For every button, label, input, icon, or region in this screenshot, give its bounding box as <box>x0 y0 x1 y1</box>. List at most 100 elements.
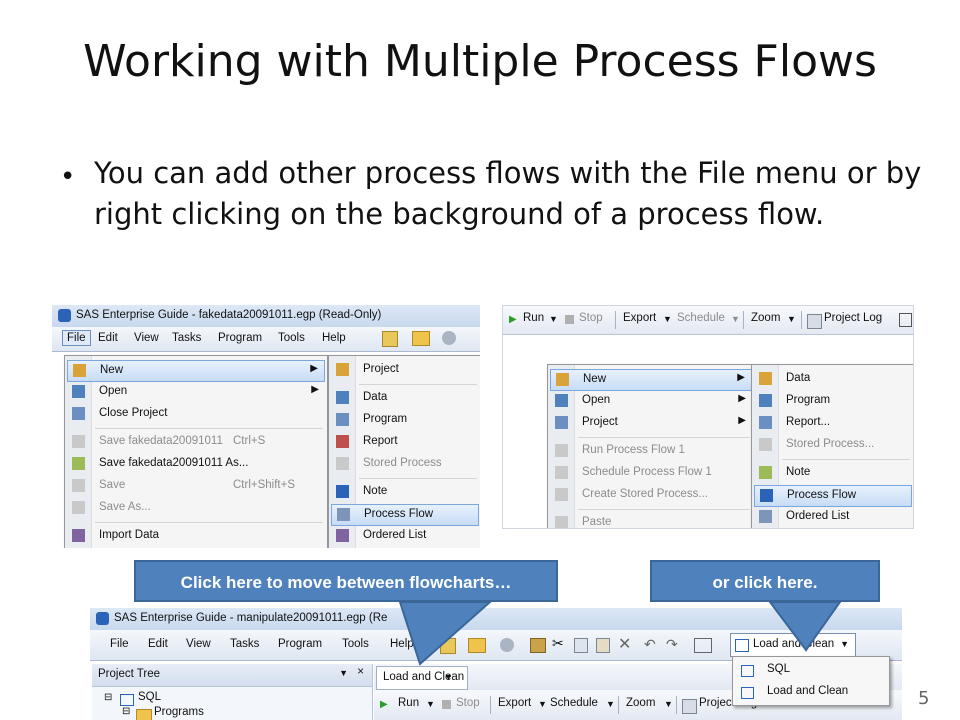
schedule-button[interactable]: Schedule <box>677 312 725 324</box>
menu-item-icon <box>556 373 569 386</box>
menu-item-report[interactable]: Report... <box>754 413 912 433</box>
close-icon[interactable]: × <box>357 666 364 678</box>
menu-item-data[interactable]: Data <box>331 388 479 408</box>
chevron-down-icon[interactable]: ▼ <box>444 672 453 682</box>
menu-item-report[interactable]: Report <box>331 432 479 452</box>
open-folder-icon[interactable] <box>468 638 486 653</box>
menu-item-stored-process[interactable]: Stored Process... <box>754 435 912 455</box>
tree-item-sql[interactable]: SQL <box>138 691 161 703</box>
menu-item-open[interactable]: Open ▶ <box>550 391 752 411</box>
menu-item-shortcut: Ctrl+S <box>233 435 266 447</box>
collapse-icon[interactable]: ⊟ <box>104 692 112 703</box>
menu-program[interactable]: Program <box>218 332 262 344</box>
submenu-arrow-icon: ▶ <box>738 393 746 404</box>
menu-item-schedule-process-flow-1[interactable]: Schedule Process Flow 1 <box>550 463 752 483</box>
undo-icon[interactable]: ↶ <box>644 636 656 653</box>
menu-item-note[interactable]: Note <box>331 482 479 502</box>
menu-tools[interactable]: Tools <box>278 332 305 344</box>
menu-file[interactable]: File <box>62 330 91 346</box>
flow-dropdown[interactable]: Load and Clean ▼ <box>730 633 856 657</box>
menu-item-label: Close Project <box>99 407 168 419</box>
menu-item-process-flow[interactable]: Process Flow <box>331 504 479 526</box>
menu-item-icon <box>336 457 349 470</box>
schedule-button[interactable]: Schedule <box>550 697 598 709</box>
chevron-down-icon[interactable]: ▼ <box>339 668 348 678</box>
redo-icon[interactable]: ↷ <box>666 636 678 653</box>
sas-app-icon <box>58 309 71 322</box>
menu-item-project[interactable]: Project <box>331 360 479 380</box>
flow-dropdown-list: SQL Load and Clean <box>732 656 890 706</box>
menu-item-new[interactable]: New ▶ <box>550 369 752 391</box>
menu-item-open[interactable]: Open ▶ <box>67 382 325 402</box>
menu-item-icon <box>759 438 772 451</box>
menu-item-create-stored-process[interactable]: Create Stored Process... <box>550 485 752 505</box>
menu-item-ordered-list[interactable]: Ordered List <box>331 526 479 546</box>
menu-edit[interactable]: Edit <box>148 638 168 650</box>
checkbox-icon[interactable] <box>899 313 912 327</box>
menu-tasks[interactable]: Tasks <box>230 638 259 650</box>
gear-icon[interactable] <box>500 638 514 652</box>
zoom-button[interactable]: Zoom <box>751 312 780 324</box>
menu-item-icon <box>72 529 85 542</box>
menu-item-label: Open <box>99 385 128 397</box>
menu-file[interactable]: File <box>110 638 129 650</box>
run-button[interactable]: Run <box>523 312 544 324</box>
menu-item-import-data[interactable]: Import Data <box>67 526 325 546</box>
export-button[interactable]: Export <box>623 312 656 324</box>
menu-item-ordered-list[interactable]: Ordered List <box>754 507 912 527</box>
menu-item-note[interactable]: Note <box>754 463 912 483</box>
menu-view[interactable]: View <box>186 638 211 650</box>
stop-icon <box>565 315 574 324</box>
gear-icon[interactable] <box>442 331 456 345</box>
menu-program[interactable]: Program <box>278 638 322 650</box>
collapse-icon[interactable]: ⊟ <box>122 706 130 717</box>
menu-item-save-as[interactable]: Save As... <box>67 498 325 518</box>
menu-item-project[interactable]: Project ▶ <box>550 413 752 433</box>
dropdown-item-load-and-clean[interactable]: Load and Clean <box>735 682 885 702</box>
chevron-down-icon: ▼ <box>426 699 435 709</box>
menu-item-program[interactable]: Program <box>754 391 912 411</box>
menu-item-save-fakedata20091011-as[interactable]: Save fakedata20091011 As... <box>67 454 325 474</box>
menu-item-run-process-flow-1[interactable]: Run Process Flow 1 <box>550 441 752 461</box>
callout-move-between-flowcharts: Click here to move between flowcharts… <box>134 560 558 602</box>
menu-item-icon <box>336 485 349 498</box>
export-button[interactable]: Export <box>498 697 531 709</box>
menu-tools[interactable]: Tools <box>342 638 369 650</box>
chevron-down-icon: ▼ <box>664 699 673 709</box>
menu-view[interactable]: View <box>134 332 159 344</box>
dropdown-item-sql[interactable]: SQL <box>735 660 885 680</box>
print-icon[interactable] <box>530 638 546 653</box>
new-item-icon[interactable] <box>382 331 398 347</box>
delete-icon[interactable]: ✕ <box>618 634 631 654</box>
stop-button[interactable]: Stop <box>456 697 480 709</box>
menu-item-program[interactable]: Program <box>331 410 479 430</box>
menu-edit[interactable]: Edit <box>98 332 118 344</box>
menu-item-process-flow[interactable]: Process Flow <box>754 485 912 507</box>
menu-item-close-project[interactable]: Close Project <box>67 404 325 424</box>
stop-button[interactable]: Stop <box>579 312 603 324</box>
menu-item-save-fakedata20091011[interactable]: Save fakedata20091011 Ctrl+S <box>67 432 325 452</box>
tab-load-and-clean[interactable]: Load and Clean <box>376 666 468 690</box>
menu-help[interactable]: Help <box>390 638 414 650</box>
run-button[interactable]: Run <box>398 697 419 709</box>
project-tree-panel: Project Tree ▼ × ⊟ SQL ⊟ Programs <box>92 664 373 720</box>
process-flow-icon <box>735 639 749 652</box>
menu-help[interactable]: Help <box>322 332 346 344</box>
new-item-icon[interactable] <box>440 638 456 654</box>
menu-item-data[interactable]: Data <box>754 369 912 389</box>
cut-icon[interactable]: ✂ <box>552 635 564 652</box>
menu-item-paste[interactable]: Paste <box>550 513 752 528</box>
layout-icon[interactable] <box>694 638 712 653</box>
paste-icon[interactable] <box>596 638 610 653</box>
menu-item-new[interactable]: New ▶ <box>67 360 325 382</box>
open-folder-icon[interactable] <box>412 331 430 346</box>
menu-item-label: Program <box>363 413 408 425</box>
copy-icon[interactable] <box>574 638 588 653</box>
menu-item-stored-process[interactable]: Stored Process <box>331 454 479 474</box>
sas-app-icon <box>96 612 109 625</box>
project-log-button[interactable]: Project Log <box>824 312 882 324</box>
tree-item-programs[interactable]: Programs <box>154 706 204 718</box>
menu-item-save[interactable]: Save Ctrl+Shift+S <box>67 476 325 496</box>
menu-tasks[interactable]: Tasks <box>172 332 201 344</box>
zoom-button[interactable]: Zoom <box>626 697 655 709</box>
